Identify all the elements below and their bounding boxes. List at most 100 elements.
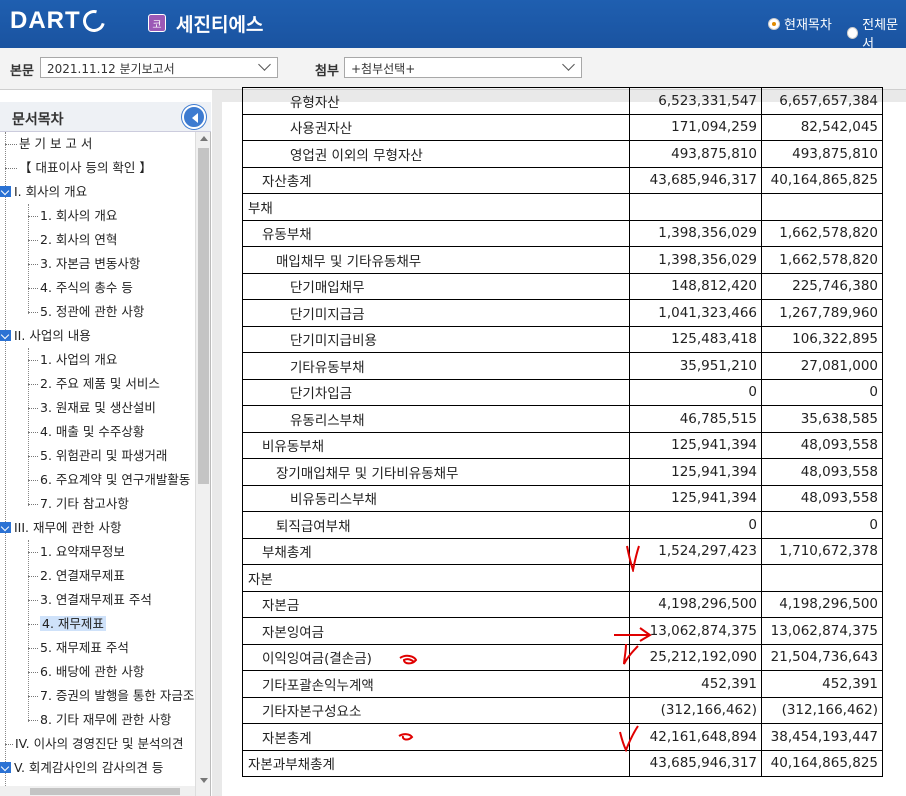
collapse-node-icon[interactable] — [0, 330, 11, 341]
toc-item-label: 4. 주식의 총수 등 — [40, 280, 133, 295]
chevron-down-icon — [562, 58, 575, 71]
toc-section-1[interactable]: I. 회사의 개요 — [0, 181, 87, 203]
arrow-annotation-icon — [614, 627, 652, 665]
account-name: 비유동부채 — [242, 431, 630, 459]
current-value: 1,398,356,029 — [629, 219, 762, 247]
toc-item[interactable]: 5. 정관에 관한 사항 — [28, 301, 144, 323]
toc-item[interactable]: 3. 원재료 및 생산설비 — [28, 397, 156, 419]
main-doc-label: 본문 — [10, 64, 34, 79]
toc-sidebar: 문서목차 분 기 보 고 서 【 대표이사 등의 확인 】 I. 회사의 개요 … — [0, 102, 211, 796]
balance-sheet-body: 유형자산 6,523,331,547 6,657,657,384 사용권자산 171,… — [242, 87, 883, 777]
table-row: 사용권자산 171,094,259 82,542,045 — [242, 113, 883, 141]
prior-value: 452,391 — [761, 670, 883, 698]
collapse-sidebar-button[interactable] — [182, 105, 206, 129]
attachment-select[interactable]: +첨부선택+ — [344, 57, 582, 78]
toc-item-label: 2. 회사의 연혁 — [40, 232, 118, 247]
toc-item[interactable]: 5. 위험관리 및 파생거래 — [28, 445, 167, 467]
current-value: 1,398,356,029 — [629, 246, 762, 274]
table-row: 비유동부채 125,941,394 48,093,558 — [242, 431, 883, 459]
toc-item[interactable]: 1. 요약재무정보 — [28, 541, 125, 563]
company-name: 세진티에스 — [176, 14, 264, 36]
toc-header: 문서목차 — [0, 102, 211, 132]
toc-item[interactable]: 8. 기타 재무에 관한 사항 — [28, 709, 171, 731]
toc-item[interactable]: 1. 사업의 개요 — [28, 349, 117, 371]
scrollbar-thumb[interactable] — [198, 148, 209, 484]
collapse-node-icon[interactable] — [0, 762, 11, 773]
toc-item[interactable]: IV. 이사의 경영진단 및 분석의견 — [5, 733, 184, 755]
checkmark-annotation-icon — [619, 725, 639, 752]
toc-section-3[interactable]: III. 재무에 관한 사항 — [0, 517, 121, 539]
prior-value: 38,454,193,447 — [761, 723, 883, 751]
prior-value: (312,166,462) — [761, 696, 883, 724]
radio-current-toc[interactable]: 현재목차 — [768, 14, 832, 33]
table-row: 자본 — [242, 564, 883, 592]
radio-all-docs[interactable]: 전체문서 — [847, 14, 906, 52]
toc-section-2[interactable]: II. 사업의 내용 — [0, 325, 91, 347]
main-doc-select[interactable]: 2021.11.12 분기보고서 — [40, 57, 278, 78]
toc-item[interactable]: 5. 재무제표 주석 — [28, 637, 129, 659]
prior-value: 21,504,736,643 — [761, 643, 883, 671]
table-row: 유형자산 6,523,331,547 6,657,657,384 — [242, 87, 883, 115]
toc-item[interactable]: 1. 회사의 개요 — [28, 205, 117, 227]
toc-item[interactable]: 6. 배당에 관한 사항 — [28, 661, 144, 683]
toc-item-selected[interactable]: 4. 재무제표 — [28, 613, 106, 635]
prior-value: 13,062,874,375 — [761, 617, 883, 645]
attachment-label: 첨부 — [315, 64, 339, 79]
toc-item[interactable]: 3. 자본금 변동사항 — [28, 253, 140, 275]
toc-horizontal-scrollbar[interactable] — [0, 786, 195, 796]
toc-item[interactable]: 2. 주요 제품 및 서비스 — [28, 373, 160, 395]
collapse-node-icon[interactable] — [0, 186, 11, 197]
toc-item[interactable]: 7. 기타 참고사항 — [28, 493, 129, 515]
account-name: 자산총계 — [242, 166, 630, 194]
current-value: 125,941,394 — [629, 431, 762, 459]
account-name: 자본총계 — [242, 723, 630, 751]
collapse-node-icon[interactable] — [0, 522, 11, 533]
dart-logo[interactable]: DART — [10, 5, 109, 37]
account-name: 기타유동부채 — [242, 352, 630, 380]
toc-item[interactable]: 2. 회사의 연혁 — [28, 229, 117, 251]
toc-item-label: II. 사업의 내용 — [14, 328, 91, 343]
logo-text: DART — [10, 7, 81, 34]
scroll-down-arrow-icon[interactable] — [200, 778, 208, 783]
toc-item-label: 5. 재무제표 주석 — [40, 640, 129, 655]
toc-item-label: 【 대표이사 등의 확인 】 — [19, 160, 152, 175]
attachment-select-value: +첨부선택+ — [351, 62, 416, 76]
toc-section-5[interactable]: V. 회계감사인의 감사의견 등 — [0, 757, 163, 779]
account-name: 자본잉여금 — [242, 617, 630, 645]
toc-item[interactable]: 【 대표이사 등의 확인 】 — [5, 157, 152, 179]
toc-item[interactable]: 6. 주요계약 및 연구개발활동 — [28, 469, 190, 491]
prior-value: 27,081,000 — [761, 352, 883, 380]
scroll-up-arrow-icon[interactable] — [200, 136, 208, 141]
prior-value — [761, 193, 883, 221]
table-row: 매입채무 및 기타유동채무 1,398,356,029 1,662,578,820 — [242, 246, 883, 274]
hscrollbar-thumb[interactable] — [30, 788, 180, 795]
toc-vertical-scrollbar[interactable] — [195, 132, 210, 796]
current-value: 493,875,810 — [629, 140, 762, 168]
toc-item[interactable]: 4. 매출 및 수주상황 — [28, 421, 144, 443]
toc-title: 문서목차 — [12, 112, 64, 128]
toc-item[interactable]: 3. 연결재무제표 주석 — [28, 589, 152, 611]
radio-checked-icon[interactable] — [768, 17, 780, 30]
current-value: 125,483,418 — [629, 325, 762, 353]
toc-item[interactable]: 분 기 보 고 서 — [5, 133, 92, 155]
current-value: 46,785,515 — [629, 405, 762, 433]
table-row: 단기매입채무 148,812,420 225,746,380 — [242, 272, 883, 300]
toc-item-label: 3. 연결재무제표 주석 — [40, 592, 152, 607]
radio-unchecked-icon[interactable] — [847, 27, 859, 39]
account-name: 기타포괄손익누계액 — [242, 670, 630, 698]
prior-value: 493,875,810 — [761, 140, 883, 168]
toc-item[interactable]: 4. 주식의 총수 등 — [28, 277, 133, 299]
toc-item-label: V. 회계감사인의 감사의견 등 — [14, 760, 164, 775]
toc-item[interactable]: 2. 연결재무제표 — [28, 565, 125, 587]
toc-item-label: 4. 매출 및 수주상황 — [40, 424, 145, 439]
table-row: 부채 — [242, 193, 883, 221]
account-name: 유동부채 — [242, 219, 630, 247]
toc-item[interactable]: 7. 증권의 발행을 통한 자금조달 — [28, 685, 195, 707]
account-name: 비유동리스부채 — [242, 484, 630, 512]
current-value: 6,523,331,547 — [629, 87, 762, 115]
account-name: 이익잉여금(결손금) — [242, 643, 630, 671]
toc-item-label: 6. 주요계약 및 연구개발활동 — [40, 472, 191, 487]
account-name: 단기미지급금 — [242, 299, 630, 327]
table-row: 자본과부채총계 43,685,946,317 40,164,865,825 — [242, 749, 883, 777]
document-toolbar: 본문 2021.11.12 분기보고서 첨부 +첨부선택+ — [0, 48, 906, 90]
